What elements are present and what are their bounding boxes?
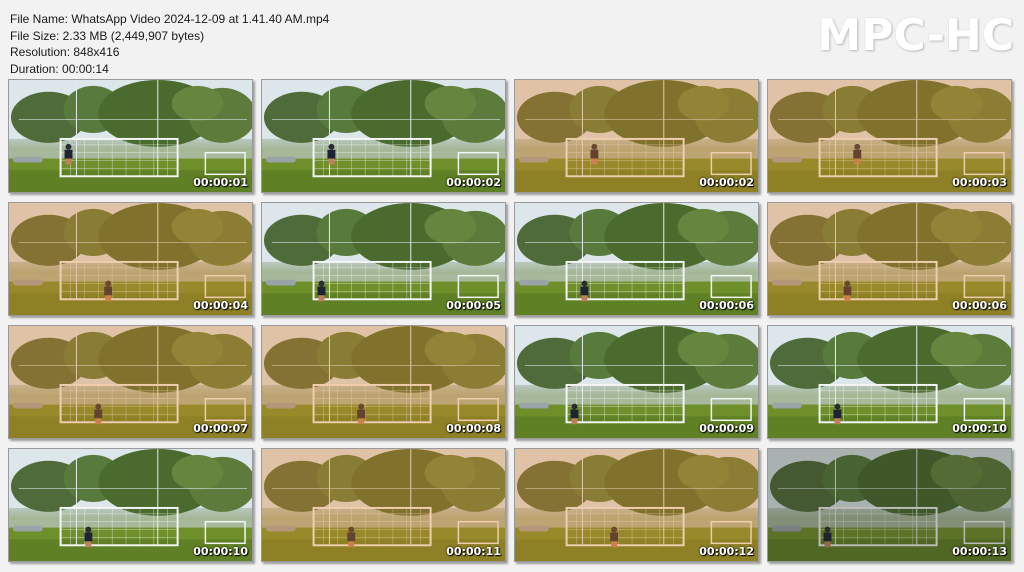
timestamp: 00:00:02: [446, 176, 501, 189]
thumbnail-grid: 00:00:01 00:00:02 00:00:02 00:00:03 00:0…: [8, 79, 1012, 562]
file-name: File Name: WhatsApp Video 2024-12-09 at …: [10, 12, 330, 26]
thumbnail-frame: 00:00:09: [514, 325, 759, 439]
thumbnail-frame: 00:00:02: [514, 79, 759, 193]
timestamp: 00:00:09: [699, 422, 754, 435]
thumbnail-frame: 00:00:13: [767, 448, 1012, 562]
thumbnail-frame: 00:00:11: [261, 448, 506, 562]
timestamp: 00:00:06: [699, 299, 754, 312]
timestamp: 00:00:08: [446, 422, 501, 435]
timestamp: 00:00:06: [952, 299, 1007, 312]
thumbnail-frame: 00:00:03: [767, 79, 1012, 193]
mpc-hc-logo: MPC-HC: [817, 10, 1014, 61]
timestamp: 00:00:11: [446, 545, 501, 558]
thumbnail-frame: 00:00:06: [767, 202, 1012, 316]
thumbnail-frame: 00:00:04: [8, 202, 253, 316]
timestamp: 00:00:04: [193, 299, 248, 312]
file-info: File Name: WhatsApp Video 2024-12-09 at …: [10, 11, 329, 77]
timestamp: 00:00:10: [193, 545, 248, 558]
thumbnail-frame: 00:00:10: [767, 325, 1012, 439]
thumbnail-frame: 00:00:12: [514, 448, 759, 562]
thumbnail-frame: 00:00:06: [514, 202, 759, 316]
timestamp: 00:00:03: [952, 176, 1007, 189]
duration: Duration: 00:00:14: [10, 61, 109, 76]
timestamp: 00:00:13: [952, 545, 1007, 558]
thumbnail-frame: 00:00:01: [8, 79, 253, 193]
timestamp: 00:00:12: [699, 545, 754, 558]
timestamp: 00:00:07: [193, 422, 248, 435]
thumbnail-frame: 00:00:02: [261, 79, 506, 193]
resolution: Resolution: 848x416: [10, 45, 120, 59]
timestamp: 00:00:01: [193, 176, 248, 189]
file-size: File Size: 2.33 MB (2,449,907 bytes): [10, 28, 205, 43]
timestamp: 00:00:05: [446, 299, 501, 312]
thumbnail-frame: 00:00:07: [8, 325, 253, 439]
thumbnail-frame: 00:00:08: [261, 325, 506, 439]
thumbnail-frame: 00:00:10: [8, 448, 253, 562]
timestamp: 00:00:10: [952, 422, 1007, 435]
timestamp: 00:00:02: [699, 176, 754, 189]
thumbnail-frame: 00:00:05: [261, 202, 506, 316]
